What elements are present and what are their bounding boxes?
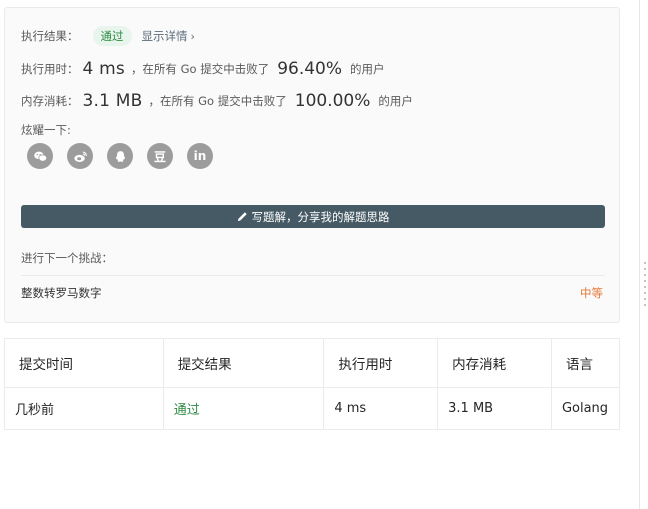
- status-badge: 通过: [92, 26, 132, 46]
- memory-row: 内存消耗： 3.1 MB ，在所有 Go 提交中击败了 100.00% 的用户: [21, 91, 413, 111]
- cell-language: Golang: [550, 387, 621, 430]
- weibo-glyph: [73, 150, 87, 162]
- next-challenge-label: 进行下一个挑战：: [21, 251, 113, 265]
- wechat-icon[interactable]: [27, 143, 53, 169]
- cell-runtime: 4 ms: [323, 387, 439, 430]
- douban-icon[interactable]: 豆: [147, 143, 173, 169]
- douban-glyph: 豆: [153, 149, 166, 164]
- memory-label: 内存消耗：: [21, 94, 79, 108]
- wechat-glyph: [33, 151, 47, 162]
- write-solution-button[interactable]: 写题解，分享我的解题思路: [21, 205, 605, 228]
- table-row[interactable]: 几秒前 通过 4 ms 3.1 MB Golang: [4, 387, 621, 430]
- status-label: 执行结果：: [21, 29, 79, 43]
- resize-handle[interactable]: [642, 262, 648, 306]
- col-runtime: 执行用时: [323, 338, 439, 388]
- linkedin-glyph: in: [193, 149, 207, 163]
- submission-result-page: 执行结果： 通过 显示详情 › 执行用时： 4 ms ，在所有 Go 提交中击败了…: [0, 0, 648, 509]
- col-submit-time: 提交时间: [4, 338, 164, 388]
- col-language: 语言: [550, 338, 621, 388]
- runtime-row: 执行用时： 4 ms ，在所有 Go 提交中击败了 96.40% 的用户: [21, 58, 385, 80]
- runtime-suffix: 的用户: [350, 62, 385, 76]
- runtime-beat-text: ，在所有 Go 提交中击败了: [130, 62, 270, 76]
- chevron-right-icon: ›: [190, 30, 195, 43]
- memory-suffix: 的用户: [378, 94, 413, 108]
- write-solution-label: 写题解，分享我的解题思路: [251, 209, 390, 224]
- difficulty-badge: 中等: [580, 286, 603, 300]
- table-header-row: 提交时间 提交结果 执行用时 内存消耗 语言: [4, 338, 621, 388]
- pencil-icon: [237, 212, 247, 222]
- runtime-label: 执行用时：: [21, 62, 79, 76]
- show-details-label: 显示详情: [141, 29, 188, 43]
- runtime-value: 4 ms: [82, 59, 125, 79]
- memory-percent: 100.00%: [294, 91, 371, 111]
- cell-submit-result[interactable]: 通过: [162, 387, 325, 430]
- memory-value: 3.1 MB: [82, 91, 143, 111]
- share-label-row: 炫耀一下:: [21, 123, 71, 137]
- qq-glyph: [115, 150, 125, 162]
- divider: [21, 275, 605, 276]
- col-submit-result: 提交结果: [162, 338, 325, 388]
- runtime-percent: 96.40%: [277, 59, 343, 79]
- weibo-icon[interactable]: [67, 143, 93, 169]
- submissions-table: 提交时间 提交结果 执行用时 内存消耗 语言 几秒前 通过 4 ms 3.1 M…: [4, 338, 621, 430]
- cell-memory: 3.1 MB: [437, 387, 552, 430]
- share-icons: 豆 in: [27, 143, 213, 169]
- qq-icon[interactable]: [107, 143, 133, 169]
- col-memory: 内存消耗: [437, 338, 552, 388]
- show-details-link[interactable]: 显示详情 ›: [142, 28, 195, 44]
- panel-divider: [639, 0, 640, 509]
- linkedin-icon[interactable]: in: [187, 143, 213, 169]
- memory-beat-text: ，在所有 Go 提交中击败了: [148, 94, 287, 108]
- next-problem-link[interactable]: 整数转罗马数字: [21, 285, 102, 301]
- status-row: 执行结果： 通过 显示详情 ›: [21, 26, 195, 46]
- cell-submit-time: 几秒前: [4, 387, 164, 430]
- result-card: 执行结果： 通过 显示详情 › 执行用时： 4 ms ，在所有 Go 提交中击败了…: [4, 7, 620, 323]
- share-label: 炫耀一下:: [21, 123, 71, 137]
